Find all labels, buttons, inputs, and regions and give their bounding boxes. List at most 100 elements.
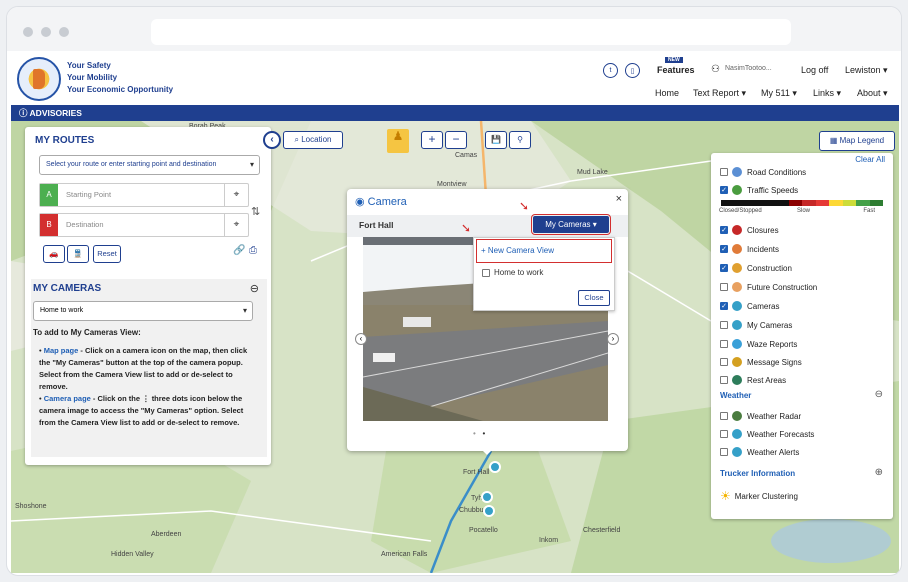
trucker-section-title[interactable]: Trucker Information [720, 469, 795, 478]
legend.layers-layer-row[interactable]: ✓ Cameras [720, 299, 779, 313]
destination-field[interactable]: B Destination ⌖ [39, 213, 249, 237]
weather-section-title[interactable]: Weather [720, 391, 751, 400]
print-icon[interactable]: ⎙ [249, 245, 257, 256]
layer-icon [732, 429, 742, 439]
camera-page-link[interactable]: Camera page [44, 394, 91, 403]
site-logo[interactable] [17, 57, 61, 101]
camera-view-select[interactable]: Home to work [33, 301, 253, 321]
layer-checkbox[interactable] [720, 283, 728, 291]
next-image-icon[interactable]: › [607, 333, 619, 345]
marker-clustering-row[interactable]: ☀ Marker Clustering [720, 489, 798, 503]
popup-close-icon[interactable]: × [616, 193, 622, 205]
layer-checkbox[interactable] [720, 430, 728, 438]
camera-marker-icon[interactable] [483, 505, 495, 517]
address-bar[interactable] [151, 19, 791, 45]
nav-links[interactable]: Links ▾ [813, 88, 841, 99]
twitter-icon[interactable]: t [603, 63, 618, 78]
layer-checkbox[interactable]: ✓ [720, 226, 728, 234]
layer-checkbox[interactable] [720, 168, 728, 176]
clear-all-link[interactable]: Clear All [855, 155, 885, 164]
carousel-dots[interactable]: • • [473, 429, 485, 438]
zoom-out-button[interactable]: − [445, 131, 467, 149]
legend.layers-layer-row[interactable]: Rest Areas [720, 373, 786, 387]
new-camera-view-item[interactable]: + New Camera View [476, 239, 612, 263]
destination-input[interactable]: Destination [66, 220, 104, 229]
zoom-in-button[interactable]: + [421, 131, 443, 149]
share-map-icon[interactable]: ⚲ [509, 131, 531, 149]
camera-marker-icon[interactable] [489, 461, 501, 473]
user-name[interactable]: NasimTootoo... [725, 65, 772, 72]
legend.layers-layer-row[interactable]: Message Signs [720, 355, 802, 369]
speed-swatch [829, 200, 843, 206]
camera-view-item[interactable]: Home to work [482, 268, 543, 277]
collapse-icon[interactable]: ⊖ [250, 282, 259, 295]
legend.weather_layers-layer-row[interactable]: Weather Forecasts [720, 427, 814, 441]
legend.layers-layer-row[interactable]: ✓ Construction [720, 261, 792, 275]
legend.weather_layers-layer-row[interactable]: Weather Alerts [720, 445, 799, 459]
log-off-link[interactable]: Log off [801, 65, 828, 75]
clustering-sun-icon: ☀ [720, 489, 731, 503]
mobile-icon[interactable]: ▯ [625, 63, 640, 78]
nav-home[interactable]: Home [655, 88, 679, 98]
camera-view-checkbox[interactable] [482, 268, 490, 277]
legend.layers-layer-row[interactable]: ✓ Incidents [720, 242, 779, 256]
window-minimize-dot[interactable] [41, 27, 51, 37]
speed-swatch [842, 200, 856, 206]
town-label: Pocatello [469, 527, 498, 534]
layer-checkbox[interactable] [720, 448, 728, 456]
layer-checkbox[interactable]: ✓ [720, 302, 728, 310]
layer-checkbox[interactable]: ✓ [720, 264, 728, 272]
legend.layers-layer-row[interactable]: ✓ Closures [720, 223, 779, 237]
transit-mode-button[interactable]: 🚆 [67, 245, 89, 263]
save-map-icon[interactable]: 💾 [485, 131, 507, 149]
camera-marker-icon[interactable] [481, 491, 493, 503]
layer-icon [732, 244, 742, 254]
layer-checkbox[interactable] [720, 340, 728, 348]
map-page-link[interactable]: Map page [44, 346, 79, 355]
starting-point-field[interactable]: A Starting Point ⌖ [39, 183, 249, 207]
legend.layers-layer-row[interactable]: My Cameras [720, 318, 792, 332]
advisories-bar[interactable]: ⓘ ADVISORIES [11, 105, 899, 121]
swap-icon[interactable]: ⇅ [251, 205, 260, 218]
trucker-expand-icon[interactable]: ⊕ [875, 467, 883, 478]
window-maximize-dot[interactable] [59, 27, 69, 37]
locate-dest-icon[interactable]: ⌖ [224, 214, 248, 236]
car-mode-button[interactable]: 🚗 [43, 245, 65, 263]
layer-checkbox[interactable]: ✓ [720, 186, 728, 194]
legend.layers-layer-row[interactable]: ✓ Traffic Speeds [720, 183, 798, 197]
legend.layers-layer-row[interactable]: Future Construction [720, 280, 817, 294]
legend.layers-layer-row[interactable]: Waze Reports [720, 337, 797, 351]
nav-my-511[interactable]: My 511 ▾ [761, 88, 797, 99]
window-close-dot[interactable] [23, 27, 33, 37]
layer-label: Weather Radar [747, 411, 802, 421]
starting-point-input[interactable]: Starting Point [66, 190, 111, 199]
layer-checkbox[interactable] [720, 358, 728, 366]
map-canvas[interactable]: Borah Peak Camas Montview Mud Lake Fort … [11, 121, 899, 573]
layer-checkbox[interactable] [720, 376, 728, 384]
layer-icon [732, 167, 742, 177]
weather-collapse-icon[interactable]: ⊖ [875, 389, 883, 400]
legend.weather_layers-layer-row[interactable]: Weather Radar [720, 409, 801, 423]
reset-button[interactable]: Reset [93, 245, 121, 263]
collapse-panel-button[interactable]: ‹ [263, 131, 281, 149]
locate-start-icon[interactable]: ⌖ [224, 184, 248, 206]
prev-image-icon[interactable]: ‹ [355, 333, 367, 345]
layer-icon [732, 301, 742, 311]
route-select[interactable]: Select your route or enter starting poin… [39, 155, 260, 175]
my-cameras-button[interactable]: My Cameras ▾ [531, 214, 611, 235]
layer-checkbox[interactable] [720, 412, 728, 420]
nav-about[interactable]: About ▾ [857, 88, 888, 99]
location-button[interactable]: ⌕ Location [283, 131, 343, 149]
layer-checkbox[interactable]: ✓ [720, 245, 728, 253]
layer-label: Waze Reports [747, 339, 798, 349]
nav-text-report[interactable]: Text Report ▾ [693, 88, 746, 99]
region-select[interactable]: Lewiston ▾ [845, 65, 888, 76]
layer-checkbox[interactable] [720, 321, 728, 329]
menu-close-button[interactable]: Close [578, 290, 610, 306]
speed-swatch [869, 200, 883, 206]
features-link[interactable]: Features [657, 65, 695, 75]
street-view-pegman-icon[interactable]: ♟ [387, 129, 409, 153]
link-icon[interactable]: 🔗 [233, 245, 245, 256]
map-legend-button[interactable]: ▦ Map Legend [819, 131, 895, 151]
legend.layers-layer-row[interactable]: Road Conditions [720, 165, 806, 179]
